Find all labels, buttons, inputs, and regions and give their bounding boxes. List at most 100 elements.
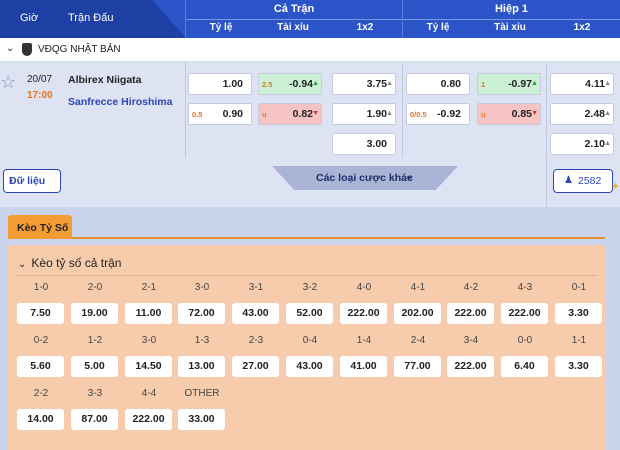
score-odds-button[interactable]: 41.00 xyxy=(340,356,387,377)
score-label: 4-1 xyxy=(410,282,426,293)
odds-full-1[interactable]: 3.75 ▲ xyxy=(332,73,396,95)
column-divider xyxy=(185,62,186,158)
league-name: VĐQG NHẬT BẢN xyxy=(38,44,121,55)
person-icon: ♟ xyxy=(564,175,573,186)
chevron-right-icon: › xyxy=(9,173,13,187)
score-label: 1-1 xyxy=(571,335,587,346)
score-label: 1-2 xyxy=(87,335,103,346)
score-odds-button[interactable]: 11.00 xyxy=(125,303,172,324)
chevron-down-icon: ⌄ xyxy=(405,170,415,182)
header-time-label: Giờ xyxy=(20,12,39,24)
header-overunder-half: Tài xỉu xyxy=(494,22,526,33)
score-label: 4-0 xyxy=(356,282,372,293)
odds-full-2[interactable]: 1.90 ▲ xyxy=(332,103,396,125)
score-label: 4-2 xyxy=(463,282,479,293)
score-odds-button[interactable]: 14.50 xyxy=(125,356,172,377)
viewer-count-button[interactable]: ♟ 2582 ✦ xyxy=(553,169,620,193)
header-full-match-title: Cả Trận xyxy=(273,3,315,15)
match-time: 17:00 xyxy=(27,90,53,101)
score-odds-button[interactable]: 19.00 xyxy=(71,303,118,324)
odds-full-handicap-home[interactable]: 1.00 xyxy=(188,73,252,95)
score-odds-button[interactable]: 13.00 xyxy=(178,356,225,377)
arrow-down-icon: ▼ xyxy=(531,110,538,117)
score-odds-button[interactable]: 3.30 xyxy=(555,303,602,324)
score-label: 3-0 xyxy=(194,282,210,293)
score-odds-button[interactable]: 77.00 xyxy=(394,356,441,377)
score-label: 2-4 xyxy=(410,335,426,346)
score-odds-button[interactable]: 6.40 xyxy=(501,356,548,377)
column-divider xyxy=(546,62,547,207)
score-odds-button[interactable]: 202.00 xyxy=(394,303,441,324)
score-odds-button[interactable]: 5.60 xyxy=(17,356,64,377)
panel-title[interactable]: ⌄ Kèo tỷ số cả trận xyxy=(18,256,121,270)
league-row[interactable]: ⌄ VĐQG NHẬT BẢN xyxy=(0,38,620,62)
score-odds-button[interactable]: 3.30 xyxy=(555,356,602,377)
header-handicap-full: Tỷ lệ xyxy=(209,22,233,33)
header-1x2-full: 1x2 xyxy=(356,22,374,33)
arrow-up-icon: ▲ xyxy=(604,80,611,87)
header-1x2-half: 1x2 xyxy=(573,22,591,33)
column-divider xyxy=(402,62,403,158)
odds-half-handicap-home[interactable]: 0.80 xyxy=(406,73,470,95)
odds-half-over[interactable]: 1 -0.97 ▲ xyxy=(477,73,541,95)
score-odds-button[interactable]: 43.00 xyxy=(286,356,333,377)
score-label: 2-2 xyxy=(33,388,49,399)
header-divider xyxy=(403,19,620,20)
correct-score-panel: ⌄ Kèo tỷ số cả trận 1-0 7.50 2-0 19.00 2-1 11.… xyxy=(8,245,605,450)
header-handicap-half: Tỷ lệ xyxy=(426,22,450,33)
score-label: 0-2 xyxy=(33,335,49,346)
score-label: 0-0 xyxy=(517,335,533,346)
score-odds-button[interactable]: 14.00 xyxy=(17,409,64,430)
odds-half-under[interactable]: u 0.85 ▼ xyxy=(477,103,541,125)
score-label: 1-3 xyxy=(194,335,210,346)
score-odds-button[interactable]: 87.00 xyxy=(71,409,118,430)
score-label: 1-4 xyxy=(356,335,372,346)
odds-half-2[interactable]: 2.48 ▲ xyxy=(550,103,614,125)
panel-divider xyxy=(16,275,597,276)
score-odds-button[interactable]: 43.00 xyxy=(232,303,279,324)
score-odds-button[interactable]: 72.00 xyxy=(178,303,225,324)
star-icon[interactable]: ☆ xyxy=(0,72,16,93)
arrow-up-icon: ▲ xyxy=(604,110,611,117)
arrow-up-icon: ▲ xyxy=(386,80,393,87)
score-odds-button[interactable]: 52.00 xyxy=(286,303,333,324)
tab-bar: Kèo Tỷ Số xyxy=(8,215,605,239)
score-label: 4-3 xyxy=(517,282,533,293)
score-odds-button[interactable]: 7.50 xyxy=(17,303,64,324)
score-odds-button[interactable]: 222.00 xyxy=(447,356,494,377)
chevron-down-icon[interactable]: ⌄ xyxy=(6,43,14,54)
odds-half-1[interactable]: 4.11 ▲ xyxy=(550,73,614,95)
odds-full-handicap-away[interactable]: 0.5 0.90 xyxy=(188,103,252,125)
home-team[interactable]: Albirex Niigata xyxy=(68,74,142,86)
score-odds-button[interactable]: 33.00 xyxy=(178,409,225,430)
tab-correct-score[interactable]: Kèo Tỷ Số xyxy=(8,215,72,239)
score-odds-button[interactable]: 222.00 xyxy=(501,303,548,324)
score-odds-button[interactable]: 222.00 xyxy=(125,409,172,430)
score-label: 2-0 xyxy=(87,282,103,293)
score-label: 3-3 xyxy=(87,388,103,399)
arrow-up-icon: ▲ xyxy=(312,80,319,87)
score-odds-button[interactable]: 222.00 xyxy=(447,303,494,324)
data-button[interactable]: Dữ liệu › xyxy=(3,169,61,193)
score-odds-button[interactable]: 222.00 xyxy=(340,303,387,324)
score-odds-button[interactable]: 5.00 xyxy=(71,356,118,377)
odds-full-under[interactable]: u 0.82 ▼ xyxy=(258,103,322,125)
score-label: 3-2 xyxy=(302,282,318,293)
other-bets-button[interactable]: Các loại cược khác ⌄ xyxy=(272,166,458,190)
match-date: 20/07 xyxy=(27,74,53,85)
score-label: 3-1 xyxy=(248,282,264,293)
arrow-up-icon: ▲ xyxy=(531,80,538,87)
arrow-down-icon: ▼ xyxy=(312,110,319,117)
odds-half-handicap-away[interactable]: 0/0.5 -0.92 xyxy=(406,103,470,125)
odds-full-over[interactable]: 2.5 -0.94 ▲ xyxy=(258,73,322,95)
score-label: 2-3 xyxy=(248,335,264,346)
odds-full-x[interactable]: 3.00 xyxy=(332,133,396,155)
score-label: 2-1 xyxy=(141,282,157,293)
away-team[interactable]: Sanfrecce Hiroshima xyxy=(68,96,172,108)
table-header: Giờ Trận Đấu Cả Trận Hiệp 1 Tỷ lệ Tài xỉ… xyxy=(0,0,620,38)
header-overunder-full: Tài xỉu xyxy=(277,22,309,33)
score-odds-button[interactable]: 27.00 xyxy=(232,356,279,377)
odds-half-x[interactable]: 2.10 ▲ xyxy=(550,133,614,155)
score-label: 0-4 xyxy=(302,335,318,346)
score-label: 3-0 xyxy=(141,335,157,346)
